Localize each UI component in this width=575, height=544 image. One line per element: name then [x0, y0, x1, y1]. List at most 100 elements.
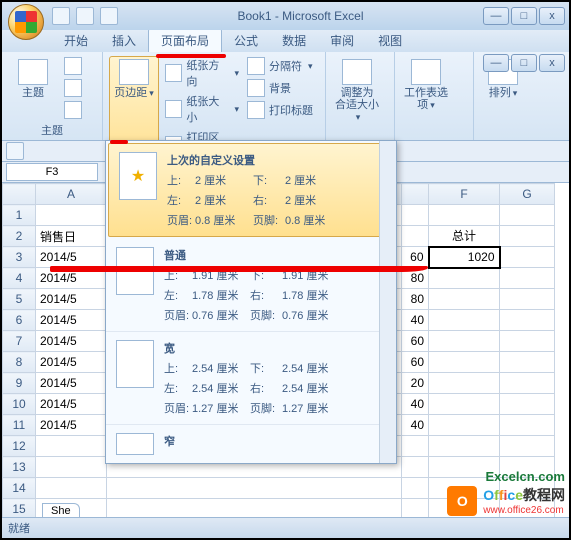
qat-redo-icon[interactable]: [100, 7, 118, 25]
cell-F9[interactable]: [429, 373, 500, 394]
margins-option-narrow[interactable]: 窄: [106, 425, 396, 463]
maximize-button[interactable]: □: [511, 7, 537, 25]
cell-A5[interactable]: 2014/5: [36, 289, 107, 310]
sheet-tab[interactable]: She: [42, 503, 80, 518]
cell-A6[interactable]: 2014/5: [36, 310, 107, 331]
row-header-8[interactable]: 8: [3, 352, 36, 373]
row-header-11[interactable]: 11: [3, 415, 36, 436]
cell-A3[interactable]: 2014/5: [36, 247, 107, 268]
orientation-button[interactable]: 纸张方向: [163, 56, 241, 90]
themes-icon: [18, 59, 48, 85]
tab-review[interactable]: 审阅: [318, 29, 366, 52]
row-header-3[interactable]: 3: [3, 247, 36, 268]
tab-insert[interactable]: 插入: [100, 29, 148, 52]
cell-A12[interactable]: [36, 436, 107, 457]
name-box[interactable]: F3: [6, 163, 98, 181]
normal-bottom-label: 下:: [250, 267, 282, 283]
cell-A11[interactable]: 2014/5: [36, 415, 107, 436]
office-button[interactable]: [8, 4, 44, 40]
col-header-A[interactable]: A: [36, 184, 107, 205]
print-titles-icon: [247, 101, 265, 119]
wide-right-value: 2.54 厘米: [282, 380, 340, 396]
minimize-button[interactable]: —: [483, 7, 509, 25]
cell-G2[interactable]: [500, 226, 555, 247]
cell-A13[interactable]: [36, 457, 107, 478]
cell-A9[interactable]: 2014/5: [36, 373, 107, 394]
toolbar-icon[interactable]: [6, 142, 24, 160]
tab-data[interactable]: 数据: [270, 29, 318, 52]
tab-view[interactable]: 视图: [366, 29, 414, 52]
cell-G4[interactable]: [500, 268, 555, 289]
mdi-close-button[interactable]: x: [539, 54, 565, 72]
col-header-F[interactable]: F: [429, 184, 500, 205]
cell-G7[interactable]: [500, 331, 555, 352]
background-button[interactable]: 背景: [245, 78, 315, 98]
row-header-4[interactable]: 4: [3, 268, 36, 289]
qat-save-icon[interactable]: [52, 7, 70, 25]
cell-G8[interactable]: [500, 352, 555, 373]
mdi-minimize-button[interactable]: —: [483, 54, 509, 72]
margins-option-last-custom[interactable]: ★ 上次的自定义设置 上:2 厘米 下:2 厘米 左:2 厘米 右:2 厘米 页…: [108, 143, 394, 237]
cell-F11[interactable]: [429, 415, 500, 436]
cell-G12[interactable]: [500, 436, 555, 457]
sheet-options-button[interactable]: 工作表选项: [401, 56, 451, 136]
cell-F7[interactable]: [429, 331, 500, 352]
col-header-G[interactable]: G: [500, 184, 555, 205]
scale-to-fit-button[interactable]: 调整为 合适大小: [332, 56, 382, 136]
row-header-1[interactable]: 1: [3, 205, 36, 226]
theme-effects-button[interactable]: [62, 100, 84, 120]
watermark-logo-icon: O: [447, 486, 477, 516]
cell-G5[interactable]: [500, 289, 555, 310]
row-header-2[interactable]: 2: [3, 226, 36, 247]
cell-G3[interactable]: [500, 247, 555, 268]
cell-F4[interactable]: [429, 268, 500, 289]
breaks-button[interactable]: 分隔符: [245, 56, 315, 76]
row-header-10[interactable]: 10: [3, 394, 36, 415]
orientation-label: 纸张方向: [186, 57, 228, 89]
tab-formulas[interactable]: 公式: [222, 29, 270, 52]
cell-F12[interactable]: [429, 436, 500, 457]
margins-option-normal[interactable]: 普通 上:1.91 厘米 下:1.91 厘米 左:1.78 厘米 右:1.78 …: [106, 239, 396, 332]
mdi-restore-button[interactable]: □: [511, 54, 537, 72]
tab-page-layout[interactable]: 页面布局: [148, 28, 222, 52]
print-titles-button[interactable]: 打印标题: [245, 100, 315, 120]
cell-F3[interactable]: 1020: [429, 247, 500, 268]
themes-button[interactable]: 主题: [8, 56, 58, 120]
cell-A4[interactable]: 2014/5: [36, 268, 107, 289]
row-header-13[interactable]: 13: [3, 457, 36, 478]
size-button[interactable]: 纸张大小: [163, 92, 241, 126]
cell-A7[interactable]: 2014/5: [36, 331, 107, 352]
cell-F1[interactable]: [429, 205, 500, 226]
tab-home[interactable]: 开始: [52, 29, 100, 52]
cell-A2[interactable]: 销售日: [36, 226, 107, 247]
cell-G9[interactable]: [500, 373, 555, 394]
cell-A10[interactable]: 2014/5: [36, 394, 107, 415]
cell-G11[interactable]: [500, 415, 555, 436]
row-header-7[interactable]: 7: [3, 331, 36, 352]
cell-A1[interactable]: [36, 205, 107, 226]
margins-option-wide[interactable]: 宽 上:2.54 厘米 下:2.54 厘米 左:2.54 厘米 右:2.54 厘…: [106, 332, 396, 425]
select-all-corner[interactable]: [3, 184, 36, 205]
cell-G6[interactable]: [500, 310, 555, 331]
cell-F5[interactable]: [429, 289, 500, 310]
theme-colors-button[interactable]: [62, 56, 84, 76]
row-header-14[interactable]: 14: [3, 478, 36, 499]
fonts-icon: [64, 79, 82, 97]
cell-F6[interactable]: [429, 310, 500, 331]
row-header-6[interactable]: 6: [3, 310, 36, 331]
cell-F10[interactable]: [429, 394, 500, 415]
watermark-office26: O Office教程网 www.office26.com: [447, 485, 565, 516]
dropdown-scrollbar[interactable]: [379, 141, 396, 463]
close-button[interactable]: x: [539, 7, 565, 25]
row-header-5[interactable]: 5: [3, 289, 36, 310]
theme-fonts-button[interactable]: [62, 78, 84, 98]
cell-A8[interactable]: 2014/5: [36, 352, 107, 373]
cell-F8[interactable]: [429, 352, 500, 373]
cell-G10[interactable]: [500, 394, 555, 415]
cell-A14[interactable]: [36, 478, 107, 499]
qat-undo-icon[interactable]: [76, 7, 94, 25]
row-header-9[interactable]: 9: [3, 373, 36, 394]
cell-G1[interactable]: [500, 205, 555, 226]
row-header-12[interactable]: 12: [3, 436, 36, 457]
cell-F2[interactable]: 总计: [429, 226, 500, 247]
